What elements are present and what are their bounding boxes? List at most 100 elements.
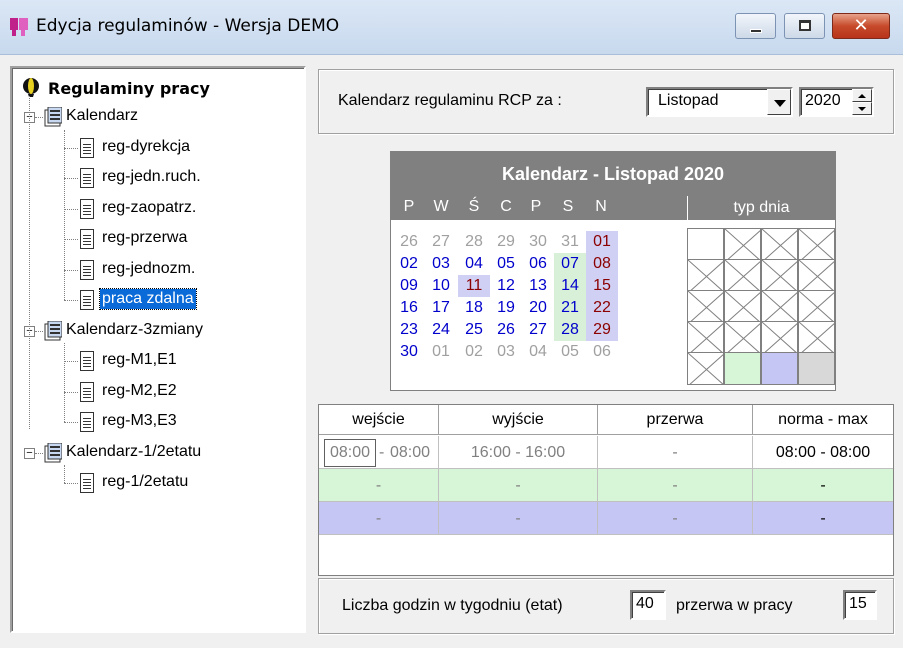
calendar-day[interactable]: 16 <box>393 297 425 319</box>
year-spinner[interactable]: 2020 <box>799 87 874 117</box>
day-type-cell[interactable] <box>798 228 835 261</box>
break-label: przerwa w pracy <box>676 597 793 614</box>
calendar-day[interactable]: 17 <box>425 297 457 319</box>
calendar-day[interactable]: 22 <box>586 297 618 319</box>
calendar-day[interactable]: 30 <box>393 341 425 363</box>
day-type-cell[interactable] <box>687 290 724 323</box>
calendar-day[interactable]: 04 <box>458 253 490 275</box>
day-type-cell[interactable] <box>798 259 835 292</box>
calendar-day[interactable]: 01 <box>425 341 457 363</box>
calendar-day[interactable]: 02 <box>393 253 425 275</box>
regulations-tree[interactable]: Regulaminy pracy − Kalendarz reg-dyrekcj… <box>10 66 306 633</box>
calendar-day[interactable]: 31 <box>554 231 586 253</box>
calendar-day[interactable]: 21 <box>554 297 586 319</box>
day-type-cell[interactable] <box>724 321 761 354</box>
day-type-cell[interactable] <box>798 290 835 323</box>
calendar-day[interactable]: 04 <box>522 341 554 363</box>
calendar-day[interactable]: 29 <box>586 319 618 341</box>
calendar-day[interactable]: 27 <box>425 231 457 253</box>
title-bar[interactable]: Edycja regulaminów - Wersja DEMO ✕ <box>0 0 903 55</box>
col-header-exit: wyjście <box>439 405 598 435</box>
day-type-cell[interactable] <box>724 290 761 323</box>
exit-cell[interactable]: 16:00 - 16:00 <box>439 436 598 469</box>
calendar-day[interactable]: 27 <box>522 319 554 341</box>
calendar-day[interactable]: 07 <box>554 253 586 275</box>
table-row[interactable]: 08:00 - 08:00 16:00 - 16:00 - 08:00 - 08… <box>319 436 893 469</box>
entry-cell[interactable]: - <box>319 469 439 502</box>
calendar-day[interactable]: 18 <box>458 297 490 319</box>
calendar-day[interactable]: 19 <box>490 297 522 319</box>
day-type-cell[interactable] <box>724 352 761 385</box>
calendar-day[interactable]: 23 <box>393 319 425 341</box>
calendar-day[interactable]: 24 <box>425 319 457 341</box>
calendar-day[interactable]: 06 <box>522 253 554 275</box>
schedule-table: wejście wyjście przerwa norma - max 08:0… <box>318 404 894 576</box>
break-minutes-field[interactable]: 15 <box>843 590 877 620</box>
day-type-cell[interactable] <box>687 321 724 354</box>
calendar-day[interactable]: 06 <box>586 341 618 363</box>
tree-item-label: reg-M2,E2 <box>102 382 177 399</box>
day-type-cell[interactable] <box>687 228 724 261</box>
calendar-folder-icon <box>44 321 62 341</box>
calendar-day[interactable]: 20 <box>522 297 554 319</box>
day-type-cell[interactable] <box>687 352 724 385</box>
spin-up-icon[interactable] <box>852 89 872 102</box>
day-type-cell[interactable] <box>761 321 798 354</box>
exit-cell[interactable]: - <box>439 469 598 502</box>
entry-cell[interactable]: - <box>319 502 439 535</box>
calendar-day[interactable]: 26 <box>393 231 425 253</box>
norm-cell[interactable]: 08:00 - 08:00 <box>753 436 893 469</box>
day-type-cell[interactable] <box>761 290 798 323</box>
calendar-day[interactable]: 26 <box>490 319 522 341</box>
calendar-day[interactable]: 11 <box>458 275 490 297</box>
maximize-button[interactable] <box>784 13 825 39</box>
spin-down-icon[interactable] <box>852 102 872 115</box>
entry-from-field[interactable]: 08:00 <box>324 439 376 467</box>
table-row[interactable]: - - - - <box>319 469 893 502</box>
month-select[interactable]: Listopad <box>646 87 793 117</box>
day-type-cell[interactable] <box>798 352 835 385</box>
calendar-day[interactable]: 14 <box>554 275 586 297</box>
day-type-cell[interactable] <box>761 228 798 261</box>
chevron-down-icon[interactable] <box>767 89 791 115</box>
break-cell[interactable]: - <box>598 436 753 469</box>
document-icon <box>80 382 94 402</box>
exit-cell[interactable]: - <box>439 502 598 535</box>
calendar-day[interactable]: 28 <box>554 319 586 341</box>
calendar-day[interactable]: 01 <box>586 231 618 253</box>
collapse-icon[interactable]: − <box>24 448 35 459</box>
calendar-day[interactable]: 13 <box>522 275 554 297</box>
calendar-day[interactable]: 29 <box>490 231 522 253</box>
day-type-cell[interactable] <box>761 352 798 385</box>
calendar-day[interactable]: 30 <box>522 231 554 253</box>
day-type-cell[interactable] <box>724 259 761 292</box>
calendar-day[interactable]: 08 <box>586 253 618 275</box>
calendar-day[interactable]: 09 <box>393 275 425 297</box>
calendar-day[interactable]: 15 <box>586 275 618 297</box>
day-type-cell[interactable] <box>687 259 724 292</box>
break-cell[interactable]: - <box>598 469 753 502</box>
calendar-day[interactable]: 10 <box>425 275 457 297</box>
weekly-hours-field[interactable]: 40 <box>630 590 666 620</box>
calendar-day[interactable]: 25 <box>458 319 490 341</box>
calendar-day[interactable]: 28 <box>458 231 490 253</box>
tree-group-label: Kalendarz-1/2etatu <box>66 443 202 460</box>
calendar-day[interactable]: 05 <box>490 253 522 275</box>
day-type-cell[interactable] <box>798 321 835 354</box>
calendar-caption: Kalendarz regulaminu RCP za : <box>338 92 562 109</box>
calendar-day[interactable]: 03 <box>490 341 522 363</box>
calendar-day[interactable]: 02 <box>458 341 490 363</box>
tree-group-label: Kalendarz-3zmiany <box>66 321 203 338</box>
norm-cell[interactable]: - <box>753 469 893 502</box>
calendar-day[interactable]: 05 <box>554 341 586 363</box>
minimize-button[interactable] <box>735 13 776 39</box>
break-cell[interactable]: - <box>598 502 753 535</box>
calendar-day[interactable]: 03 <box>425 253 457 275</box>
day-type-cell[interactable] <box>761 259 798 292</box>
day-type-cell[interactable] <box>724 228 761 261</box>
close-button[interactable]: ✕ <box>832 13 890 39</box>
norm-cell[interactable]: - <box>753 502 893 535</box>
table-row[interactable]: - - - - <box>319 502 893 535</box>
calendar-day[interactable]: 12 <box>490 275 522 297</box>
tree-root-label: Regulaminy pracy <box>48 79 210 98</box>
